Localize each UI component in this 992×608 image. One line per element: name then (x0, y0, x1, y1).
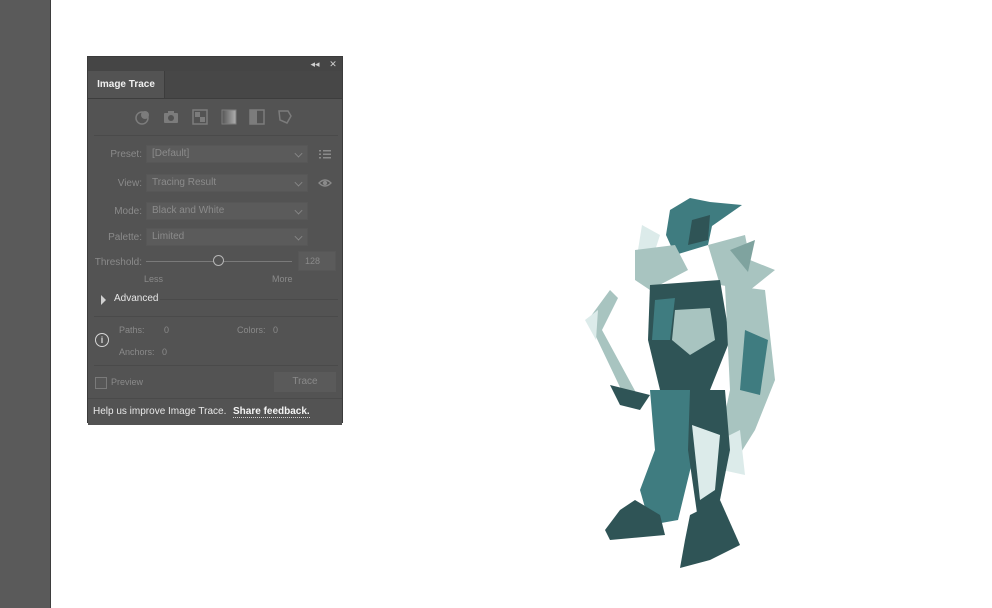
preset-menu-icon[interactable] (318, 147, 332, 161)
divider (94, 135, 338, 136)
palette-value: Limited (152, 231, 185, 242)
divider (94, 316, 338, 317)
high-color-icon[interactable] (162, 108, 180, 126)
collapse-icon[interactable]: ◂◂ (309, 58, 321, 70)
advanced-toggle[interactable]: Advanced (114, 293, 158, 304)
advanced-disclosure-icon[interactable] (101, 295, 106, 305)
chevron-down-icon (294, 232, 303, 241)
paths-value: 0 (164, 325, 170, 335)
colors-label: Colors: (237, 325, 266, 335)
eye-icon[interactable] (318, 176, 332, 190)
chevron-down-icon (294, 206, 303, 215)
threshold-label: Threshold: (94, 257, 142, 268)
panel-tabbar: Image Trace (88, 71, 342, 99)
threshold-more-label: More (272, 274, 293, 284)
paths-label: Paths: (119, 325, 145, 335)
panel-footer: Help us improve Image Trace. Share feedb… (88, 398, 342, 425)
anchors-value: 0 (162, 347, 168, 357)
low-color-icon[interactable] (191, 108, 209, 126)
tools-panel-strip (0, 0, 51, 608)
info-icon: i (95, 333, 109, 347)
trace-button[interactable]: Trace (274, 372, 336, 392)
divider (94, 365, 338, 366)
foot-right (680, 500, 740, 568)
mode-select[interactable]: Black and White (146, 202, 308, 220)
mode-value: Black and White (152, 205, 225, 216)
view-label: View: (117, 178, 142, 189)
traced-artwork[interactable] (580, 190, 790, 580)
preset-value: [Default] (152, 148, 190, 159)
sword-edge (585, 310, 598, 340)
preview-checkbox[interactable] (95, 377, 107, 389)
leg-left (640, 390, 695, 525)
palette-label: Palette: (108, 232, 142, 243)
divider (160, 299, 338, 300)
view-select[interactable]: Tracing Result (146, 174, 308, 192)
mode-label: Mode: (114, 206, 142, 217)
colors-value: 0 (273, 325, 279, 335)
preset-select[interactable]: [Default] (146, 145, 308, 163)
close-icon[interactable]: ✕ (327, 58, 339, 70)
tab-image-trace[interactable]: Image Trace (88, 71, 165, 98)
panel-titlebar[interactable]: ◂◂ ✕ (88, 57, 342, 72)
auto-color-icon[interactable] (134, 108, 152, 126)
threshold-less-label: Less (144, 274, 164, 284)
grayscale-icon[interactable] (220, 108, 238, 126)
threshold-value-field[interactable]: 128 (298, 251, 336, 271)
chevron-down-icon (294, 178, 303, 187)
black-white-icon[interactable] (248, 108, 266, 126)
chevron-down-icon (294, 149, 303, 158)
threshold-slider-thumb[interactable] (213, 255, 224, 266)
outline-icon[interactable] (276, 108, 294, 126)
preset-icon-row (128, 106, 308, 128)
preview-label: Preview (111, 377, 144, 387)
palette-select[interactable]: Limited (146, 228, 308, 246)
image-trace-panel: ◂◂ ✕ Image Trace Preset: [Default] View:… (87, 56, 343, 425)
footer-text: Help us improve Image Trace. (93, 406, 227, 417)
view-value: Tracing Result (152, 177, 217, 188)
share-feedback-link[interactable]: Share feedback. (233, 406, 310, 418)
anchors-label: Anchors: (119, 347, 155, 357)
preset-label: Preset: (110, 149, 142, 160)
